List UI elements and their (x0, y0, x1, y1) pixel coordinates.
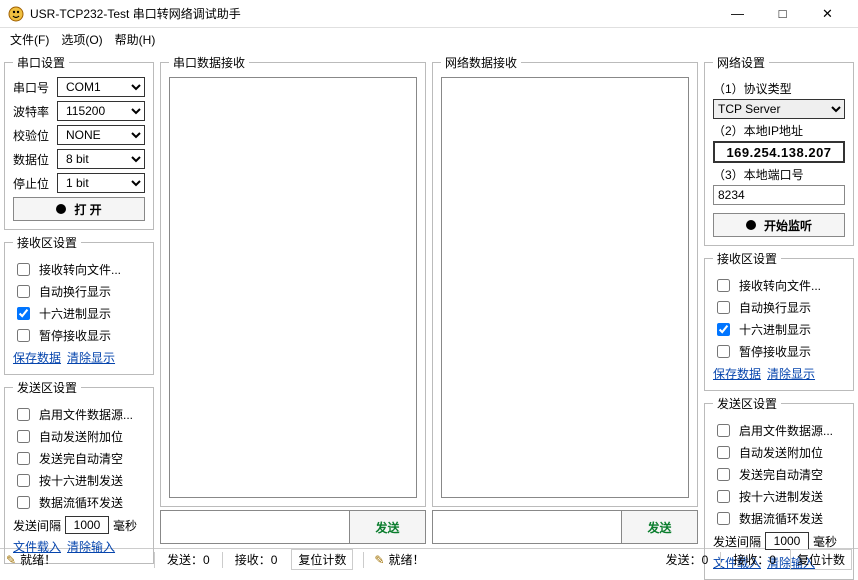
hex-send-checkbox[interactable] (17, 474, 30, 487)
send-interval-input[interactable] (65, 516, 109, 534)
hex-display-checkbox[interactable] (17, 307, 30, 320)
serial-send-input[interactable] (160, 510, 350, 544)
start-listen-button[interactable]: 开始监听 (713, 213, 845, 237)
serial-port-select[interactable]: COM1 (57, 77, 145, 97)
databits-label: 数据位 (13, 151, 53, 168)
close-button[interactable]: ✕ (805, 0, 850, 28)
clear-display-link[interactable]: 清除显示 (67, 351, 115, 365)
save-data-link[interactable]: 保存数据 (13, 351, 61, 365)
net-clear-display-link[interactable]: 清除显示 (767, 367, 815, 381)
titlebar: USR-TCP232-Test 串口转网络调试助手 — □ ✕ (0, 0, 858, 28)
serial-settings-group: 串口设置 串口号COM1 波特率115200 校验位NONE 数据位8 bit … (4, 54, 154, 230)
net-auto-append-checkbox[interactable] (717, 446, 730, 459)
file-source-checkbox[interactable] (17, 408, 30, 421)
menubar: 文件(F) 选项(O) 帮助(H) (0, 28, 858, 50)
parity-label: 校验位 (13, 127, 53, 144)
port-label: （3）本地端口号 (713, 166, 845, 183)
net-file-source-checkbox[interactable] (717, 424, 730, 437)
pencil-icon: ✎ (6, 553, 16, 567)
recv-to-file-checkbox[interactable] (17, 263, 30, 276)
parity-select[interactable]: NONE (57, 125, 145, 145)
ip-label: （2）本地IP地址 (713, 122, 845, 139)
net-reset-count-button[interactable]: 复位计数 (790, 549, 852, 570)
serial-send-count: 0 (203, 553, 210, 567)
baud-select[interactable]: 115200 (57, 101, 145, 121)
databits-select[interactable]: 8 bit (57, 149, 145, 169)
app-icon (8, 6, 24, 22)
maximize-button[interactable]: □ (760, 0, 805, 28)
net-recv-count: 0 (769, 553, 776, 567)
net-send-interval-input[interactable] (765, 532, 809, 550)
net-send-count: 0 (702, 553, 709, 567)
serial-recv-pane: 串口数据接收 (160, 54, 426, 507)
clear-after-checkbox[interactable] (17, 452, 30, 465)
serial-recv-count: 0 (271, 553, 278, 567)
net-auto-wrap-checkbox[interactable] (717, 301, 730, 314)
net-clear-after-checkbox[interactable] (717, 468, 730, 481)
network-settings-group: 网络设置 （1）协议类型 TCP Server （2）本地IP地址 169.25… (704, 54, 854, 246)
local-port-input[interactable] (713, 185, 845, 205)
local-ip-input[interactable]: 169.254.138.207 (713, 141, 845, 163)
listen-dot-icon (746, 220, 756, 230)
pencil-icon: ✎ (374, 553, 384, 567)
serial-settings-legend: 串口设置 (13, 54, 69, 71)
stopbits-select[interactable]: 1 bit (57, 173, 145, 193)
net-loop-send-checkbox[interactable] (717, 512, 730, 525)
serial-port-label: 串口号 (13, 79, 53, 96)
loop-send-checkbox[interactable] (17, 496, 30, 509)
menu-help[interactable]: 帮助(H) (109, 29, 162, 50)
serial-recv-textarea[interactable] (169, 77, 417, 498)
auto-append-checkbox[interactable] (17, 430, 30, 443)
protocol-label: （1）协议类型 (713, 80, 845, 97)
window-title: USR-TCP232-Test 串口转网络调试助手 (30, 5, 715, 22)
menu-options[interactable]: 选项(O) (55, 29, 108, 50)
protocol-select[interactable]: TCP Server (713, 99, 845, 119)
stopbits-label: 停止位 (13, 175, 53, 192)
menu-file[interactable]: 文件(F) (4, 29, 55, 50)
serial-send-button[interactable]: 发送 (350, 510, 426, 544)
ready-label: 就绪！ (20, 551, 56, 568)
send-area-group-left: 发送区设置 启用文件数据源... 自动发送附加位 发送完自动清空 按十六进制发送… (4, 379, 154, 564)
recv-area-group-left: 接收区设置 接收转向文件... 自动换行显示 十六进制显示 暂停接收显示 保存数… (4, 234, 154, 375)
auto-wrap-checkbox[interactable] (17, 285, 30, 298)
net-save-data-link[interactable]: 保存数据 (713, 367, 761, 381)
serial-reset-count-button[interactable]: 复位计数 (291, 549, 353, 570)
net-recv-to-file-checkbox[interactable] (717, 279, 730, 292)
baud-label: 波特率 (13, 103, 53, 120)
net-recv-pane: 网络数据接收 (432, 54, 698, 507)
status-dot-icon (56, 204, 66, 214)
net-hex-send-checkbox[interactable] (717, 490, 730, 503)
minimize-button[interactable]: — (715, 0, 760, 28)
net-recv-textarea[interactable] (441, 77, 689, 498)
net-send-input[interactable] (432, 510, 622, 544)
statusbar: ✎就绪！ 发送：0 接收：0 复位计数 ✎就绪！ 发送：0 接收：0 复位计数 (0, 548, 858, 570)
open-serial-button[interactable]: 打 开 (13, 197, 145, 221)
recv-area-group-right: 接收区设置 接收转向文件... 自动换行显示 十六进制显示 暂停接收显示 保存数… (704, 250, 854, 391)
net-hex-display-checkbox[interactable] (717, 323, 730, 336)
net-send-button[interactable]: 发送 (622, 510, 698, 544)
net-pause-recv-checkbox[interactable] (717, 345, 730, 358)
pause-recv-checkbox[interactable] (17, 329, 30, 342)
